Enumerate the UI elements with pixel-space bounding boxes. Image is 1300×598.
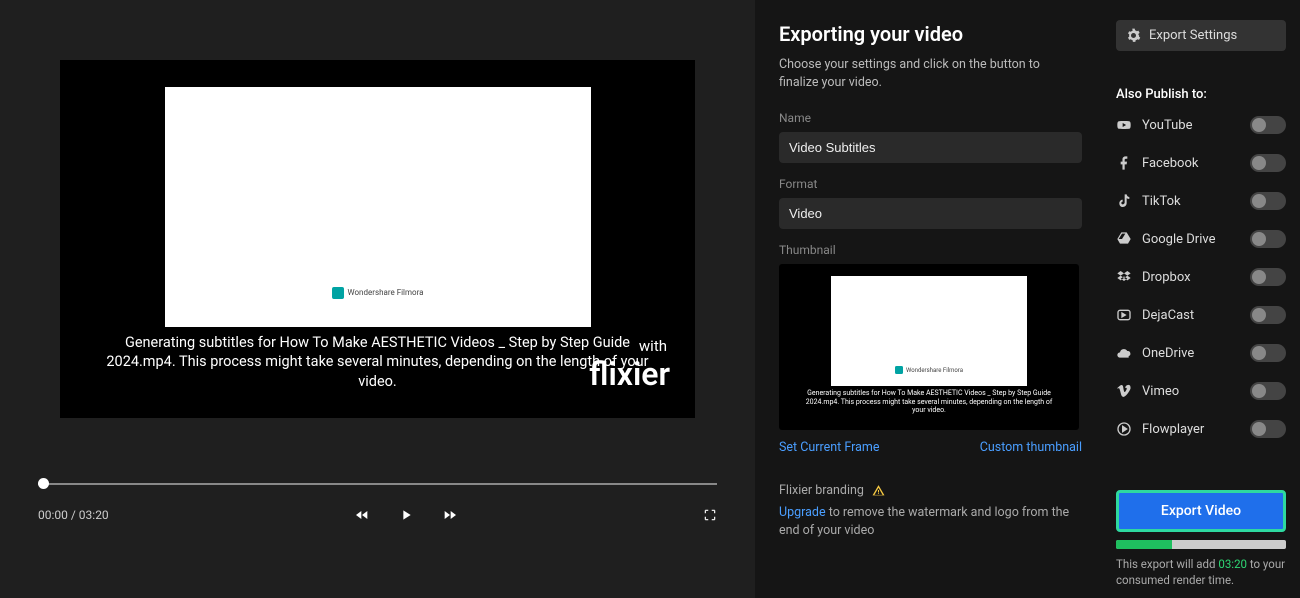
timeline-track[interactable] [38,483,717,485]
publish-row-youtube: YouTube [1116,116,1286,134]
toggle-tiktok[interactable] [1250,192,1286,210]
upgrade-link[interactable]: Upgrade [779,505,826,520]
dropbox-icon [1116,269,1132,285]
publish-label-facebook: Facebook [1142,156,1240,171]
export-subtitle: Choose your settings and click on the bu… [779,56,1082,91]
toggle-onedrive[interactable] [1250,344,1286,362]
dejacast-icon [1116,307,1132,323]
warning-icon [872,484,885,497]
publish-row-dropbox: Dropbox [1116,268,1286,286]
publish-row-vimeo: Vimeo [1116,382,1286,400]
publish-label-tiktok: TikTok [1142,194,1240,209]
export-panel: Exporting your video Choose your setting… [755,0,1300,598]
time-display: 00:00 / 03:20 [38,508,109,522]
toggle-facebook[interactable] [1250,154,1286,172]
export-settings-label: Export Settings [1149,28,1237,43]
video-frame: Wondershare Filmora [165,87,591,327]
export-title: Exporting your video [779,22,1082,46]
toggle-googledrive[interactable] [1250,230,1286,248]
publish-row-dejacast: DejaCast [1116,306,1286,324]
publish-row-flowplayer: Flowplayer [1116,420,1286,438]
thumbnail-frame: Wondershare Filmora [831,276,1027,386]
gear-icon [1126,28,1141,43]
branding-label: Flixier branding [779,483,864,498]
render-progress-fill [1116,540,1172,549]
export-settings-button[interactable]: Export Settings [1116,20,1286,51]
export-settings-main: Exporting your video Choose your setting… [755,0,1106,598]
format-input[interactable] [779,198,1082,229]
set-current-frame-link[interactable]: Set Current Frame [779,440,879,455]
forward-icon[interactable] [442,507,458,523]
publish-label-googledrive: Google Drive [1142,232,1240,247]
render-progress-bar [1116,540,1286,549]
thumb-filmora-icon [895,366,903,374]
render-note: This export will add 03:20 to your consu… [1116,556,1286,588]
publish-row-tiktok: TikTok [1116,192,1286,210]
onedrive-icon [1116,345,1132,361]
publish-label: Also Publish to: [1116,87,1286,102]
video-preview-pane: Wondershare Filmora Generating subtitles… [0,0,755,598]
brand-with-text: with [639,337,667,355]
fullscreen-icon[interactable] [703,508,717,522]
publish-label-youtube: YouTube [1142,118,1240,133]
publish-row-onedrive: OneDrive [1116,344,1286,362]
video-stage: Wondershare Filmora Generating subtitles… [60,60,695,418]
toggle-dejacast[interactable] [1250,306,1286,324]
export-sidebar: Export Settings Also Publish to: YouTube… [1106,0,1300,598]
name-input[interactable] [779,132,1082,163]
format-label: Format [779,177,1082,191]
flowplayer-icon [1116,421,1132,437]
publish-row-googledrive: Google Drive [1116,230,1286,248]
filmora-watermark: Wondershare Filmora [332,287,424,299]
toggle-vimeo[interactable] [1250,382,1286,400]
brand-name-text: flixier [589,355,670,393]
googledrive-icon [1116,231,1132,247]
toggle-youtube[interactable] [1250,116,1286,134]
toggle-dropbox[interactable] [1250,268,1286,286]
publish-label-vimeo: Vimeo [1142,384,1240,399]
youtube-icon [1116,117,1132,133]
tiktok-icon [1116,193,1132,209]
custom-thumbnail-link[interactable]: Custom thumbnail [980,440,1082,455]
timeline-knob[interactable] [38,478,49,489]
name-label: Name [779,111,1082,125]
render-time-value: 03:20 [1218,557,1247,571]
thumb-filmora-watermark: Wondershare Filmora [895,366,963,374]
thumbnail-preview: Wondershare Filmora Generating subtitles… [779,264,1079,430]
publish-row-facebook: Facebook [1116,154,1286,172]
facebook-icon [1116,155,1132,171]
thumbnail-subtitle: Generating subtitles for How To Make AES… [779,386,1079,417]
export-video-button[interactable]: Export Video [1116,490,1286,532]
thumb-filmora-text: Wondershare Filmora [906,367,963,374]
publish-label-dropbox: Dropbox [1142,270,1240,285]
thumbnail-label: Thumbnail [779,243,1082,257]
publish-label-onedrive: OneDrive [1142,346,1240,361]
vimeo-icon [1116,383,1132,399]
filmora-logo-icon [332,287,344,299]
player-controls: 00:00 / 03:20 [0,418,755,523]
publish-label-dejacast: DejaCast [1142,308,1240,323]
publish-label-flowplayer: Flowplayer [1142,422,1240,437]
play-icon[interactable] [398,507,414,523]
rewind-icon[interactable] [354,507,370,523]
flixier-brand-overlay: with flixier [589,355,670,393]
upgrade-message: Upgrade to remove the watermark and logo… [779,504,1082,539]
toggle-flowplayer[interactable] [1250,420,1286,438]
filmora-logo-text: Wondershare Filmora [348,288,424,297]
